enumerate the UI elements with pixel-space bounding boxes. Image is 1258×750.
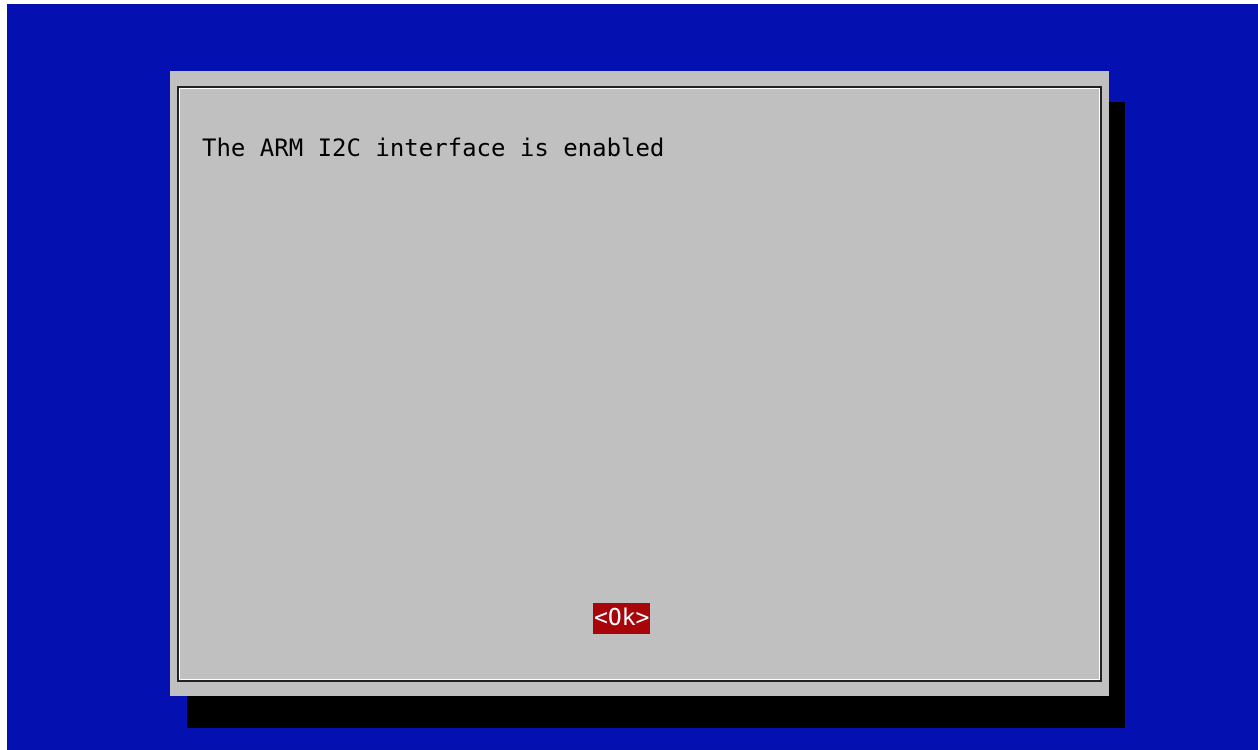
dialog-message: The ARM I2C interface is enabled xyxy=(202,134,665,162)
ok-button[interactable]: <Ok> xyxy=(593,603,651,634)
terminal-screen: The ARM I2C interface is enabled <Ok> xyxy=(7,4,1258,750)
dialog-border xyxy=(177,86,1102,682)
message-dialog: The ARM I2C interface is enabled <Ok> xyxy=(170,71,1109,696)
